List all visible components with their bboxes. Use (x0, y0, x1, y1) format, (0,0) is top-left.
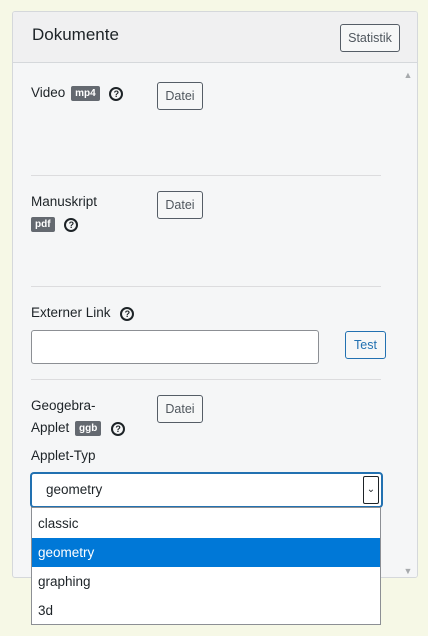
separator (31, 379, 381, 380)
scrollbar[interactable]: ▲ ▼ (399, 64, 417, 577)
test-link-button[interactable]: Test (345, 331, 386, 359)
applet-type-label: Applet-Typ (31, 448, 96, 463)
option-classic[interactable]: classic (32, 509, 380, 538)
video-field-label: Video mp4 ? (31, 82, 124, 104)
video-help-icon[interactable]: ? (109, 87, 124, 101)
geogebra-help-icon[interactable]: ? (111, 422, 126, 436)
video-format-badge: mp4 (71, 86, 100, 101)
geogebra-label-line1: Geogebra- (31, 398, 96, 413)
applet-type-dropdown: classic geometry graphing 3d (31, 507, 381, 625)
external-link-input[interactable] (31, 330, 319, 364)
external-link-label: Externer Link (31, 305, 111, 320)
option-3d[interactable]: 3d (32, 596, 380, 625)
separator (31, 286, 381, 287)
geogebra-field-label: Geogebra- Applet ggb ? (31, 395, 151, 439)
statistik-button[interactable]: Statistik (340, 24, 400, 52)
external-link-field-label: Externer Link ? (31, 302, 135, 324)
geogebra-format-badge: ggb (75, 421, 102, 436)
scroll-down-arrow-icon[interactable]: ▼ (403, 566, 413, 576)
panel-title: Dokumente (32, 25, 119, 44)
chevron-down-icon[interactable]: ⌄ (363, 476, 379, 504)
applet-type-selected-value: geometry (46, 482, 103, 497)
manuskript-field-label: Manuskript pdf ? (31, 191, 141, 235)
scroll-up-arrow-icon[interactable]: ▲ (403, 70, 413, 80)
panel-header: Dokumente Statistik (13, 12, 417, 63)
external-link-help-icon[interactable]: ? (120, 307, 135, 321)
video-label: Video (31, 85, 66, 100)
manuskript-file-button[interactable]: Datei (157, 191, 203, 219)
applet-type-select[interactable]: geometry ⌄ (31, 473, 382, 507)
manuskript-label: Manuskript (31, 194, 98, 209)
separator (31, 175, 381, 176)
video-file-button[interactable]: Datei (157, 82, 203, 110)
option-graphing[interactable]: graphing (32, 567, 380, 596)
manuskript-format-badge: pdf (31, 217, 55, 232)
geogebra-file-button[interactable]: Datei (157, 395, 203, 423)
manuskript-help-icon[interactable]: ? (64, 218, 79, 232)
geogebra-label-line2: Applet (31, 420, 70, 435)
option-geometry[interactable]: geometry (32, 538, 380, 567)
